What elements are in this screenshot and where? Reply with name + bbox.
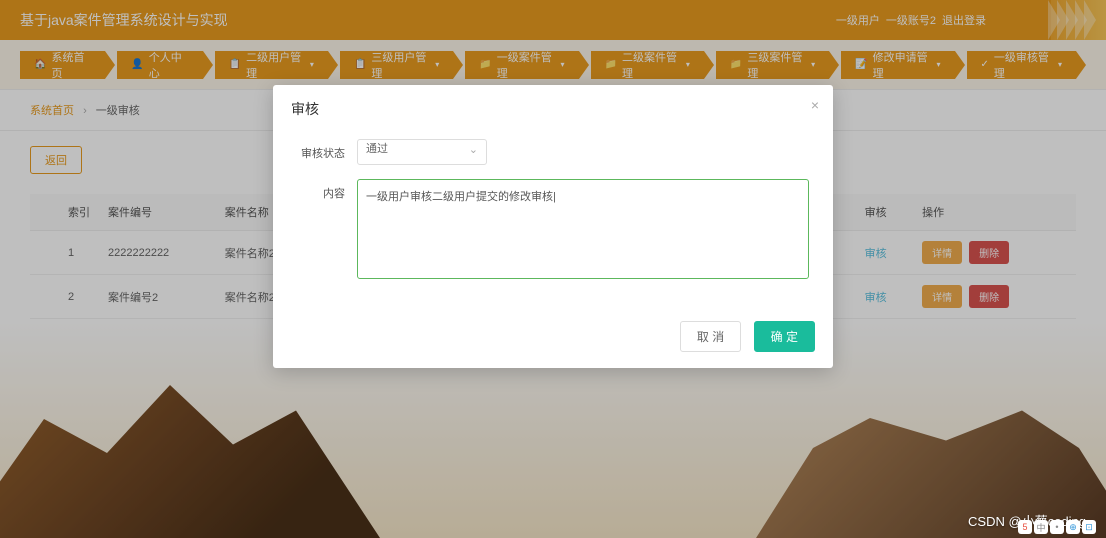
cancel-button[interactable]: 取 消 <box>680 321 741 352</box>
modal-header: 审核 × <box>273 85 833 133</box>
close-icon[interactable]: × <box>811 97 819 113</box>
modal-title: 审核 <box>291 101 319 117</box>
audit-modal: 审核 × 审核状态 通过 内容 一级用户审核二级用户提交的修改审核| 取 消 确… <box>273 85 833 368</box>
modal-footer: 取 消 确 定 <box>273 311 833 368</box>
content-textarea[interactable]: 一级用户审核二级用户提交的修改审核| <box>357 179 809 279</box>
modal-overlay[interactable]: 审核 × 审核状态 通过 内容 一级用户审核二级用户提交的修改审核| 取 消 确… <box>0 0 1106 538</box>
confirm-button[interactable]: 确 定 <box>754 321 815 352</box>
status-label: 审核状态 <box>297 139 357 161</box>
modal-body: 审核状态 通过 内容 一级用户审核二级用户提交的修改审核| <box>273 133 833 311</box>
status-select[interactable]: 通过 <box>357 139 487 165</box>
watermark-badges: 5 中 • ⊕ ⊡ <box>1018 520 1096 534</box>
content-label: 内容 <box>297 179 357 201</box>
